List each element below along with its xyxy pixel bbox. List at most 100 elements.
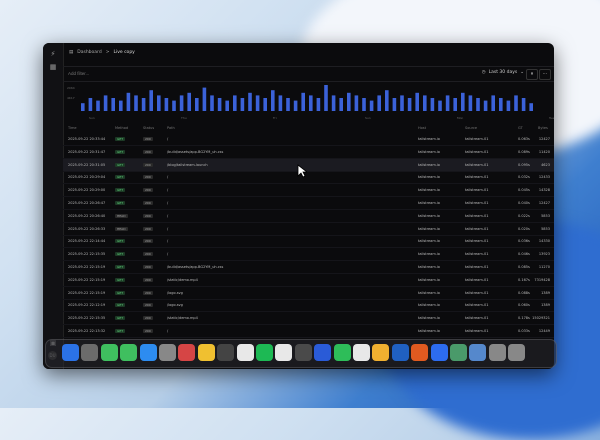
dock-app-icon[interactable] — [197, 344, 215, 361]
dock-app-icon[interactable] — [430, 344, 448, 361]
table-row[interactable]: 2025-09-22 20:29:04 GET 200 / tailstream.io t… — [63, 171, 554, 185]
chart-bar[interactable] — [103, 95, 108, 111]
chart-bar[interactable] — [529, 103, 533, 111]
chart-bar[interactable] — [331, 95, 336, 111]
chart-bar[interactable] — [149, 90, 153, 111]
chart-bar[interactable] — [506, 100, 511, 111]
table-row[interactable]: 2025-09-22 20:31:05 GET 200/blog/tailstrea… — [63, 158, 554, 172]
table-row[interactable]: 2025-09-22 22:15:19 GET 200/static/demo.mp… — [63, 274, 554, 287]
logo-icon[interactable]: ⚡ — [49, 50, 57, 58]
dock-app-icon[interactable] — [508, 344, 526, 361]
grid-icon[interactable]: ▦ — [49, 63, 57, 71]
chart-bar[interactable] — [369, 100, 374, 111]
chart-bar[interactable] — [141, 98, 146, 111]
column-header[interactable]: Host — [418, 126, 426, 130]
date-range-select[interactable]: ◷ Last 30 days ⌄ — [482, 70, 524, 75]
chart-bar[interactable] — [514, 95, 518, 111]
chart-bar[interactable] — [324, 85, 328, 111]
chart-bar[interactable] — [461, 92, 465, 111]
column-header[interactable]: Path — [167, 126, 175, 130]
chart-bar[interactable] — [377, 95, 381, 111]
chart-bar[interactable] — [362, 98, 366, 111]
column-header[interactable]: Source — [465, 126, 477, 130]
breadcrumb-parent[interactable]: Dashboard — [77, 50, 101, 55]
chart-bar[interactable] — [453, 98, 457, 111]
dock-app-icon[interactable] — [469, 344, 487, 361]
chart-bar[interactable] — [271, 90, 275, 111]
table-row[interactable]: 2025-09-22 22:13:32 GET 200 / tailstream.io t… — [63, 325, 554, 338]
chart-bar[interactable] — [210, 95, 214, 111]
chart-bar[interactable] — [81, 103, 85, 111]
table-row[interactable]: 2025-09-22 20:29:00 GET 200 / tailstream.io t… — [63, 184, 554, 198]
chart-bar[interactable] — [96, 100, 100, 111]
chart-bar[interactable] — [248, 92, 252, 111]
chart-bar[interactable] — [309, 95, 313, 111]
chart-bar[interactable] — [187, 92, 191, 111]
chart-bar[interactable] — [134, 95, 138, 111]
dock-app-icon[interactable] — [100, 344, 118, 361]
chart-bar[interactable] — [301, 92, 305, 111]
chart-bar[interactable] — [407, 98, 412, 111]
chart-bar[interactable] — [468, 95, 473, 111]
chart-bar[interactable] — [491, 95, 495, 111]
column-header[interactable]: Method — [115, 126, 128, 130]
dock-app-icon[interactable] — [120, 344, 138, 361]
chart-bar[interactable] — [119, 100, 123, 111]
chart-bar[interactable] — [347, 92, 351, 111]
sidebar-toggle-icon[interactable]: ▤ — [69, 50, 73, 55]
table-row[interactable]: 2025-09-22 20:26:33 HEAD 200 / tailstream.io… — [63, 223, 554, 236]
chart-bar[interactable] — [430, 98, 435, 111]
dock-app-icon[interactable] — [159, 344, 176, 361]
dock-app-icon[interactable] — [372, 344, 390, 361]
chart-bar[interactable] — [233, 95, 237, 111]
chart-bar[interactable] — [195, 98, 199, 111]
dock-app-icon[interactable] — [275, 344, 293, 361]
table-row[interactable]: 2025-09-22 22:12:19 GET 200/logo.svg tailst… — [63, 299, 554, 313]
table-row[interactable]: 2025-09-22 22:14:44 GET 200 / tailstream.io t… — [63, 235, 554, 249]
chart-bar[interactable] — [217, 98, 222, 111]
column-header[interactable]: Status — [143, 126, 154, 130]
chart-bar[interactable] — [438, 100, 442, 111]
chart-bar[interactable] — [172, 100, 176, 111]
chart-bar[interactable] — [483, 100, 488, 111]
chart-bar[interactable] — [415, 92, 419, 111]
more-icon[interactable]: ⋯ — [539, 69, 551, 80]
chart-bar[interactable] — [445, 95, 450, 111]
dock-app-icon[interactable] — [62, 344, 79, 361]
chart-bar[interactable] — [179, 95, 184, 111]
chart-bar[interactable] — [240, 98, 245, 111]
chart-bar[interactable] — [354, 95, 359, 111]
chart-bar[interactable] — [392, 98, 397, 111]
chart-bar[interactable] — [164, 98, 169, 111]
table-row[interactable]: 2025-09-22 20:31:47 GET 200/build/assets/a… — [63, 146, 554, 159]
table-row[interactable]: 2025-09-22 22:15:19 GET 200/build/assets/a… — [63, 261, 554, 274]
dock-app-icon[interactable] — [333, 344, 351, 361]
table-row[interactable]: 2025-09-22 20:33:44 GET 200 / tailstream.io t… — [63, 133, 554, 146]
chart-bar[interactable] — [88, 98, 93, 111]
column-header[interactable]: Time — [68, 126, 77, 130]
chart-bar[interactable] — [263, 98, 267, 111]
dock-app-icon[interactable] — [488, 344, 506, 361]
dock-app-icon[interactable] — [236, 344, 254, 361]
chart-bar[interactable] — [111, 98, 115, 111]
chart-bar[interactable] — [278, 95, 283, 111]
dock-app-icon[interactable] — [178, 344, 196, 361]
table-row[interactable]: 2025-09-22 22:15:35 GET 200/static/demo.mp… — [63, 312, 554, 326]
chart-bar[interactable] — [316, 98, 321, 111]
table-row[interactable]: 2025-09-22 22:15:35 GET 200 / tailstream.io t… — [63, 248, 554, 262]
chart-bar[interactable] — [255, 95, 260, 111]
filter-input[interactable] — [68, 71, 218, 76]
dock-app-icon[interactable] — [256, 344, 273, 361]
dock-app-icon[interactable] — [81, 344, 99, 361]
chart-bar[interactable] — [400, 95, 404, 111]
dock-app-icon[interactable] — [217, 344, 235, 361]
dock-app-icon[interactable] — [450, 344, 467, 361]
chart-bar[interactable] — [385, 90, 389, 111]
dock-app-icon[interactable] — [391, 344, 409, 361]
chart-bar[interactable] — [202, 87, 207, 111]
column-header[interactable]: GT — [518, 126, 523, 130]
table-row[interactable]: 2025-09-22 22:15:19 GET 200/logo.svg tailst… — [63, 287, 554, 300]
dock-app-icon[interactable] — [294, 344, 312, 361]
dock-app-icon[interactable] — [411, 344, 429, 361]
dock-app-icon[interactable] — [139, 344, 157, 361]
